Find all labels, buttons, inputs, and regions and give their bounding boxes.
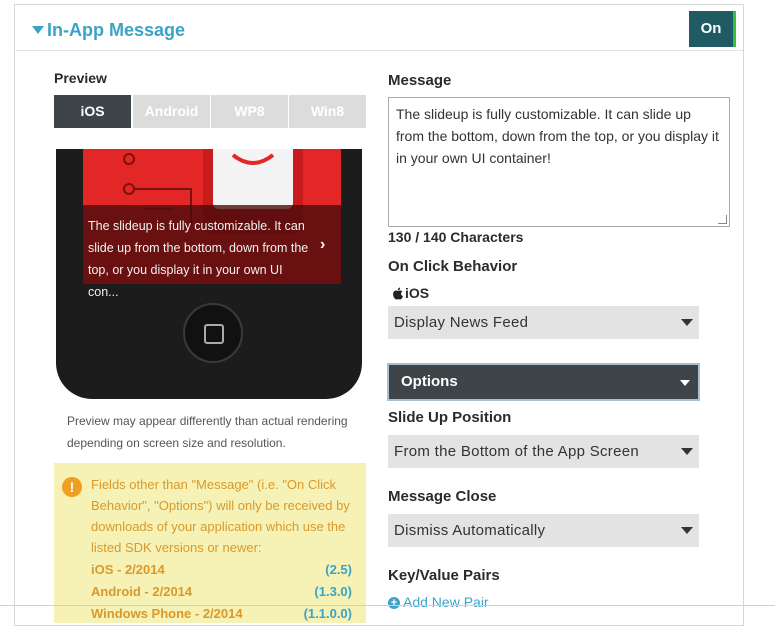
message-close-value: Dismiss Automatically bbox=[394, 522, 546, 539]
message-label: Message bbox=[388, 72, 452, 89]
on-click-behavior-label: On Click Behavior bbox=[388, 258, 518, 275]
options-dropdown-button[interactable]: Options bbox=[387, 363, 700, 401]
sdk-version-number: (2.5) bbox=[325, 562, 352, 577]
add-new-pair-link[interactable]: + Add New Pair bbox=[388, 594, 489, 610]
resize-handle-icon[interactable] bbox=[718, 215, 727, 224]
panel-header[interactable]: In-App Message On bbox=[15, 5, 743, 51]
message-value[interactable]: The slideup is fully customizable. It ca… bbox=[396, 106, 719, 166]
message-close-label: Message Close bbox=[388, 488, 497, 505]
add-icon[interactable]: + bbox=[388, 597, 400, 610]
message-close-select[interactable]: Dismiss Automatically bbox=[388, 514, 699, 547]
tab-ios[interactable]: iOS bbox=[54, 95, 131, 128]
panel-title[interactable]: In-App Message bbox=[47, 20, 185, 41]
sdk-version-number: (1.1.0.0) bbox=[303, 606, 352, 621]
phone-preview: The slideup is fully customizable. It ca… bbox=[54, 149, 366, 405]
add-new-pair-label[interactable]: Add New Pair bbox=[403, 594, 489, 610]
dropdown-arrow-icon bbox=[680, 380, 690, 386]
on-click-behavior-value: Display News Feed bbox=[394, 314, 529, 331]
on-toggle-button[interactable]: On bbox=[689, 11, 733, 47]
options-label: Options bbox=[401, 373, 458, 390]
page-bottom-divider bbox=[0, 605, 775, 606]
sdk-warning-box: ! Fields other than "Message" (i.e. "On … bbox=[54, 463, 366, 623]
tab-wp8[interactable]: WP8 bbox=[211, 95, 288, 128]
tab-android[interactable]: Android bbox=[133, 95, 210, 128]
sdk-version-number: (1.3.0) bbox=[314, 584, 352, 599]
key-value-pairs-label: Key/Value Pairs bbox=[388, 567, 500, 584]
slide-up-position-label: Slide Up Position bbox=[388, 409, 512, 426]
sdk-warning-text: Fields other than "Message" (i.e. "On Cl… bbox=[91, 477, 350, 555]
slide-up-position-value: From the Bottom of the App Screen bbox=[394, 443, 640, 460]
message-textarea[interactable]: The slideup is fully customizable. It ca… bbox=[388, 97, 730, 227]
in-app-message-panel: In-App Message On Preview iOS Android WP… bbox=[14, 4, 744, 626]
tab-win8[interactable]: Win8 bbox=[289, 95, 366, 128]
apple-icon bbox=[393, 287, 403, 300]
dropdown-arrow-icon bbox=[681, 527, 693, 534]
warning-icon: ! bbox=[62, 477, 82, 497]
sdk-version-platform: iOS - 2/2014 bbox=[91, 562, 165, 577]
slideup-preview-text: The slideup is fully customizable. It ca… bbox=[88, 219, 309, 299]
sdk-version-platform: Windows Phone - 2/2014 bbox=[91, 606, 243, 621]
character-count: 130 / 140 Characters bbox=[388, 229, 524, 245]
preview-label: Preview bbox=[54, 70, 107, 86]
chevron-right-icon: › bbox=[320, 236, 326, 253]
slide-up-position-select[interactable]: From the Bottom of the App Screen bbox=[388, 435, 699, 468]
sdk-version-platform: Android - 2/2014 bbox=[91, 584, 193, 599]
dropdown-arrow-icon bbox=[681, 319, 693, 326]
collapse-caret-icon[interactable] bbox=[32, 26, 44, 34]
home-button-icon bbox=[183, 303, 243, 363]
platform-label: iOS bbox=[405, 285, 430, 301]
preview-note: Preview may appear differently than actu… bbox=[67, 414, 348, 450]
dropdown-arrow-icon bbox=[681, 448, 693, 455]
on-click-behavior-select[interactable]: Display News Feed bbox=[388, 306, 699, 339]
toggle-status-indicator bbox=[733, 11, 736, 47]
phone-frame: The slideup is fully customizable. It ca… bbox=[56, 149, 362, 399]
